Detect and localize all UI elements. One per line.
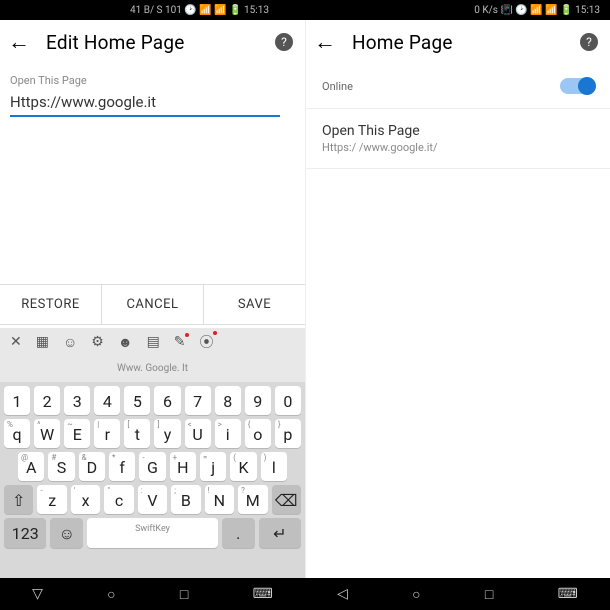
back-arrow-icon[interactable]: ← <box>8 29 30 55</box>
key-4[interactable]: 4 <box>94 386 120 415</box>
key-G[interactable]: -G <box>139 452 165 481</box>
key-f[interactable]: *f <box>109 452 135 481</box>
field-label: Open This Page <box>0 64 305 91</box>
key-D[interactable]: &D <box>79 452 105 481</box>
open-page-title: Open This Page <box>322 123 594 139</box>
key-N[interactable]: !N <box>205 485 234 514</box>
appbar-right: ← Home Page ? <box>306 20 610 64</box>
key-l[interactable]: )l <box>261 452 287 481</box>
key-U[interactable]: <U <box>185 419 211 448</box>
open-this-page-row[interactable]: Open This Page Https:/ /www.google.it/ <box>306 109 610 169</box>
key-W[interactable]: ^W <box>34 419 60 448</box>
key-t[interactable]: [t <box>124 419 150 448</box>
key-enter[interactable]: ↵ <box>259 518 301 548</box>
key-S[interactable]: #S <box>48 452 74 481</box>
gear-icon[interactable]: ⚙ <box>91 334 104 350</box>
sticker-icon[interactable]: ☺ <box>63 334 77 351</box>
home-page-screen: ← Home Page ? Online Open This Page Http… <box>305 20 610 578</box>
key-x[interactable]: 'x <box>71 485 100 514</box>
keyboard-toolbar: ✕ ▦ ☺ ⚙ ☻ ▤ ✎ ⦿ <box>0 328 305 356</box>
nav-back-icon[interactable]: ◁ <box>337 586 348 603</box>
online-toggle-row[interactable]: Online <box>306 64 610 109</box>
key-9[interactable]: 9 <box>245 386 271 415</box>
key-p[interactable]: }p <box>275 419 301 448</box>
key-space[interactable]: SwiftKey <box>87 518 218 548</box>
close-icon[interactable]: ✕ <box>10 334 22 350</box>
key-6[interactable]: 6 <box>154 386 180 415</box>
keyboard: 1234567890 %q^W~E|r[t]y<U>i{o}p @A#S&D*f… <box>0 382 305 578</box>
help-icon[interactable]: ? <box>580 33 598 51</box>
key-A[interactable]: @A <box>18 452 44 481</box>
key-⌫[interactable]: ⌫ <box>272 485 301 514</box>
key-y[interactable]: ]y <box>154 419 180 448</box>
key-B[interactable]: ;B <box>171 485 200 514</box>
keyboard-suggestion[interactable]: Www. Google. It <box>0 356 305 382</box>
key-H[interactable]: +H <box>170 452 196 481</box>
key-E[interactable]: ~E <box>64 419 90 448</box>
key-M[interactable]: ?M <box>238 485 267 514</box>
key-i[interactable]: >i <box>215 419 241 448</box>
nav-home-icon[interactable]: ○ <box>412 586 420 603</box>
status-bar: 41 B/ S 101 🕑 📶 📶 🔋 15:13 0 K/s 📳 🕑 📶 📶 … <box>0 0 610 20</box>
toggle-label: Online <box>322 80 353 93</box>
toggle-switch[interactable] <box>560 78 594 94</box>
status-left: 41 B/ S 101 🕑 📶 📶 🔋 15:13 <box>130 5 269 16</box>
gif-icon[interactable]: ▦ <box>36 334 49 350</box>
theme-icon[interactable]: ☻ <box>118 334 133 351</box>
nav-keyboard-icon[interactable]: ⌨ <box>558 586 578 603</box>
pin-icon[interactable]: ✎ <box>174 334 186 350</box>
key-o[interactable]: {o <box>245 419 271 448</box>
open-page-url: Https:/ /www.google.it/ <box>322 141 594 154</box>
key-2[interactable]: 2 <box>34 386 60 415</box>
status-right: 0 K/s 📳 🕑 📶 📶 🔋 15:13 <box>474 5 600 16</box>
nav-keyboard-icon[interactable]: ⌨ <box>253 586 273 603</box>
nav-back-icon[interactable]: ▽ <box>32 586 43 603</box>
key-emoji[interactable]: ☺ <box>50 518 83 548</box>
key-⇧[interactable]: ⇧ <box>4 485 33 514</box>
key-K[interactable]: (K <box>230 452 256 481</box>
key-3[interactable]: 3 <box>64 386 90 415</box>
location-icon[interactable]: ⦿ <box>200 332 214 352</box>
key-dot[interactable]: . <box>222 518 255 548</box>
key-5[interactable]: 5 <box>124 386 150 415</box>
android-navbar: ▽ ○ □ ⌨ ◁ ○ □ ⌨ <box>0 578 610 610</box>
back-arrow-icon[interactable]: ← <box>314 29 336 55</box>
edit-home-page-screen: ← Edit Home Page ? Open This Page RESTOR… <box>0 20 305 578</box>
key-1[interactable]: 1 <box>4 386 30 415</box>
key-z[interactable]: -z <box>37 485 66 514</box>
restore-button[interactable]: RESTORE <box>0 285 102 324</box>
nav-recent-icon[interactable]: □ <box>485 586 493 603</box>
nav-recent-icon[interactable]: □ <box>180 586 188 603</box>
save-button[interactable]: SAVE <box>204 285 305 324</box>
page-title: Home Page <box>352 31 453 54</box>
help-icon[interactable]: ? <box>275 33 293 51</box>
key-123[interactable]: 123 <box>4 518 46 548</box>
key-r[interactable]: |r <box>94 419 120 448</box>
key-0[interactable]: 0 <box>275 386 301 415</box>
cancel-button[interactable]: CANCEL <box>102 285 204 324</box>
page-title: Edit Home Page <box>46 31 185 54</box>
url-input[interactable] <box>10 91 280 117</box>
key-j[interactable]: =j <box>200 452 226 481</box>
clipboard-icon[interactable]: ▤ <box>147 334 160 350</box>
key-7[interactable]: 7 <box>185 386 211 415</box>
key-q[interactable]: %q <box>4 419 30 448</box>
appbar-left: ← Edit Home Page ? <box>0 20 305 64</box>
key-V[interactable]: :V <box>138 485 167 514</box>
key-c[interactable]: "c <box>104 485 133 514</box>
key-8[interactable]: 8 <box>215 386 241 415</box>
nav-home-icon[interactable]: ○ <box>107 586 115 603</box>
button-row: RESTORE CANCEL SAVE <box>0 284 305 325</box>
